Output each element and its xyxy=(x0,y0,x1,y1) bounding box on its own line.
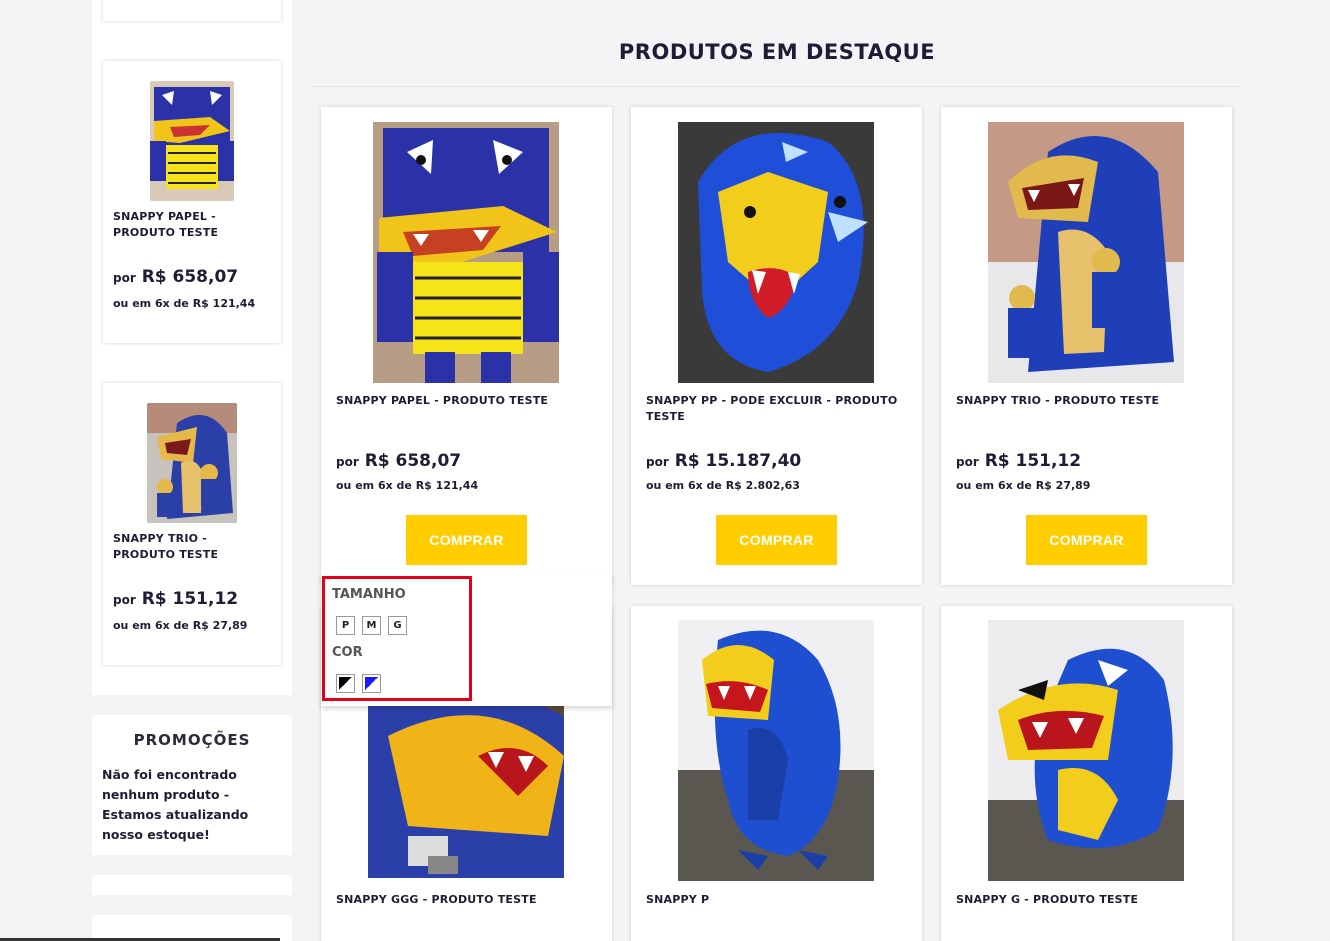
size-option-p[interactable]: P xyxy=(336,616,355,635)
divider xyxy=(312,86,1242,87)
section-title: PRODUTOS EM DESTAQUE xyxy=(618,40,936,64)
product-card[interactable]: SNAPPY TRIO - PRODUTO TESTE por R$ 151,1… xyxy=(941,107,1232,585)
product-name[interactable]: SNAPPY G - PRODUTO TESTE xyxy=(956,892,1214,908)
promo-title: PROMOÇÕES xyxy=(133,731,251,749)
product-price: por R$ 151,12 xyxy=(113,589,239,609)
promo-panel: PROMOÇÕES Não foi encontrado nenhum prod… xyxy=(92,715,292,855)
variant-highlight: TAMANHO P M G COR xyxy=(322,576,472,701)
size-option-g[interactable]: G xyxy=(388,616,407,635)
product-name[interactable]: SNAPPY PAPEL - PRODUTO TESTE xyxy=(336,393,594,409)
product-image[interactable] xyxy=(988,620,1184,881)
product-card[interactable]: SNAPPY PP - PODE EXCLUIR - PRODUTO TESTE… xyxy=(631,107,922,585)
product-image[interactable] xyxy=(678,620,874,881)
product-card[interactable]: SNAPPY P xyxy=(631,606,922,941)
product-image[interactable] xyxy=(373,122,559,383)
product-name[interactable]: SNAPPY PP - PODE EXCLUIR - PRODUTO TESTE xyxy=(646,393,904,425)
sidebar-product-card-partial[interactable] xyxy=(103,0,281,21)
product-name[interactable]: SNAPPY P xyxy=(646,892,904,908)
product-price: por R$ 658,07 xyxy=(113,267,239,287)
product-installments: ou em 6x de R$ 121,44 xyxy=(113,297,256,310)
product-image[interactable] xyxy=(147,403,237,523)
sidebar-panel-empty xyxy=(92,875,292,895)
sidebar: SNAPPY PAPEL - PRODUTO TESTE por R$ 658,… xyxy=(92,0,292,941)
sidebar-product-card[interactable]: SNAPPY TRIO - PRODUTO TESTE por R$ 151,1… xyxy=(103,383,281,665)
product-installments: ou em 6x de R$ 121,44 xyxy=(336,479,479,492)
product-name[interactable]: SNAPPY PAPEL - PRODUTO TESTE xyxy=(113,209,273,241)
sidebar-product-card[interactable]: SNAPPY PAPEL - PRODUTO TESTE por R$ 658,… xyxy=(103,61,281,343)
product-price: por R$ 151,12 xyxy=(956,451,1082,471)
product-image[interactable] xyxy=(988,122,1184,383)
buy-button[interactable]: COMPRAR xyxy=(716,515,837,565)
sidebar-panel: SNAPPY PAPEL - PRODUTO TESTE por R$ 658,… xyxy=(92,0,292,695)
product-image[interactable] xyxy=(150,81,234,201)
product-name[interactable]: SNAPPY TRIO - PRODUTO TESTE xyxy=(113,531,273,563)
buy-button[interactable]: COMPRAR xyxy=(406,515,527,565)
product-installments: ou em 6x de R$ 2.802,63 xyxy=(646,479,800,492)
size-label: TAMANHO xyxy=(332,587,406,602)
color-swatch-blue[interactable] xyxy=(362,674,381,693)
size-option-m[interactable]: M xyxy=(362,616,381,635)
product-price: por R$ 15.187,40 xyxy=(646,451,802,471)
product-card[interactable]: SNAPPY G - PRODUTO TESTE xyxy=(941,606,1232,941)
color-label: COR xyxy=(332,645,363,660)
product-installments: ou em 6x de R$ 27,89 xyxy=(956,479,1091,492)
product-card[interactable]: SNAPPY PAPEL - PRODUTO TESTE por R$ 658,… xyxy=(321,107,612,585)
product-image[interactable] xyxy=(678,122,874,383)
variant-popover: TAMANHO P M G COR xyxy=(321,574,612,706)
product-price: por R$ 658,07 xyxy=(336,451,462,471)
buy-button[interactable]: COMPRAR xyxy=(1026,515,1147,565)
product-name[interactable]: SNAPPY TRIO - PRODUTO TESTE xyxy=(956,393,1214,409)
color-swatch-black[interactable] xyxy=(336,674,355,693)
product-installments: ou em 6x de R$ 27,89 xyxy=(113,619,248,632)
product-name[interactable]: SNAPPY GGG - PRODUTO TESTE xyxy=(336,892,594,908)
promo-text: Não foi encontrado nenhum produto - Esta… xyxy=(102,767,249,842)
